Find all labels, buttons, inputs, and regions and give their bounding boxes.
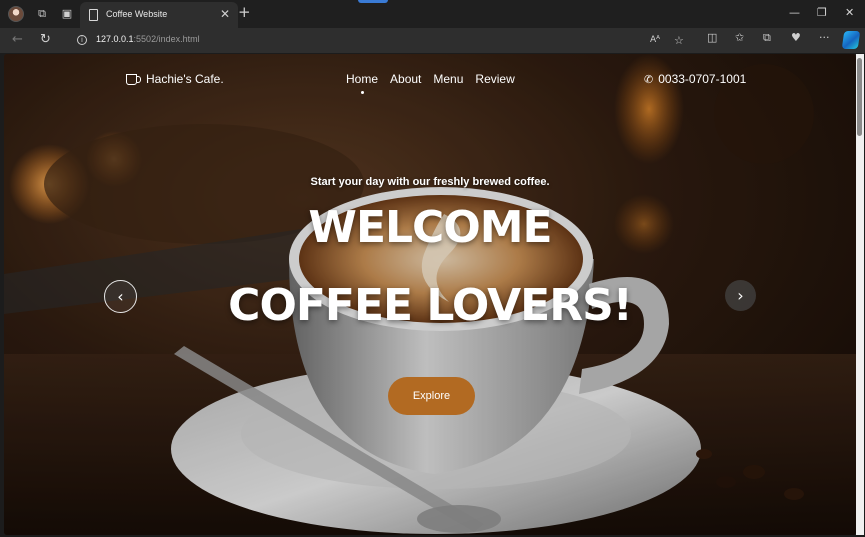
carousel-prev-button[interactable]: ‹: [104, 280, 137, 313]
restore-icon[interactable]: ❐: [817, 6, 827, 20]
favorite-star-icon[interactable]: ☆: [674, 34, 684, 47]
explore-button[interactable]: Explore: [388, 377, 475, 415]
copilot-icon[interactable]: [841, 31, 861, 49]
scrollbar-thumb[interactable]: [857, 58, 862, 136]
info-icon[interactable]: i: [77, 35, 87, 45]
browser-tab-active[interactable]: Coffee Website ✕: [80, 2, 238, 28]
hero-tagline: Start your day with our freshly brewed c…: [310, 176, 550, 188]
page-icon: [89, 9, 98, 21]
page-scrollbar[interactable]: [856, 54, 864, 535]
tab-title: Coffee Website: [106, 9, 168, 19]
read-aloud-icon[interactable]: Aᴬ: [650, 34, 660, 47]
browser-essentials-icon[interactable]: ♥: [791, 31, 801, 44]
favorites-icon[interactable]: ✩: [735, 31, 744, 44]
hero-headline-line1: WELCOME: [308, 202, 552, 253]
tab-actions-icon[interactable]: ▣: [60, 7, 74, 21]
site-logo[interactable]: Hachie's Cafe.: [126, 72, 224, 86]
collections-icon[interactable]: ⧉: [763, 31, 771, 44]
nav-link-home[interactable]: Home: [346, 72, 378, 94]
site-nav: Home About Menu Review: [346, 72, 515, 94]
brand-name: Hachie's Cafe.: [146, 72, 224, 86]
profile-avatar[interactable]: [8, 6, 24, 22]
back-icon[interactable]: ←: [12, 32, 23, 48]
close-icon[interactable]: ✕: [220, 8, 230, 20]
phone-contact[interactable]: ✆ 0033-0707-1001: [644, 72, 746, 86]
phone-number: 0033-0707-1001: [658, 72, 747, 86]
chevron-right-icon: ›: [737, 286, 744, 305]
phone-icon: ✆: [644, 72, 654, 86]
refresh-icon[interactable]: ↻: [40, 32, 51, 48]
chevron-left-icon: ‹: [117, 287, 124, 306]
workspaces-icon[interactable]: ⧉: [35, 7, 49, 21]
url-text: 127.0.0.1:5502/index.html: [96, 34, 200, 44]
more-icon[interactable]: ···: [819, 31, 830, 44]
nav-link-review[interactable]: Review: [475, 72, 514, 86]
page-viewport: Hachie's Cafe. Home About Menu Review ✆ …: [4, 54, 856, 535]
minimize-icon[interactable]: —: [789, 6, 800, 20]
nav-link-menu[interactable]: Menu: [433, 72, 463, 86]
carousel-next-button[interactable]: ›: [725, 280, 756, 311]
tab-strip-indicator: [358, 0, 388, 3]
split-screen-icon[interactable]: ◫: [707, 31, 717, 44]
window-close-icon[interactable]: ✕: [845, 6, 854, 20]
browser-address-bar: ← ↻ i 127.0.0.1:5502/index.html Aᴬ ☆ ◫ ✩…: [0, 28, 865, 53]
browser-tab-bar: ⧉ ▣ Coffee Website ✕ + — ❐ ✕: [0, 0, 865, 28]
plus-icon[interactable]: +: [238, 4, 251, 20]
nav-link-about[interactable]: About: [390, 72, 421, 86]
coffee-cup-icon: [126, 73, 141, 85]
